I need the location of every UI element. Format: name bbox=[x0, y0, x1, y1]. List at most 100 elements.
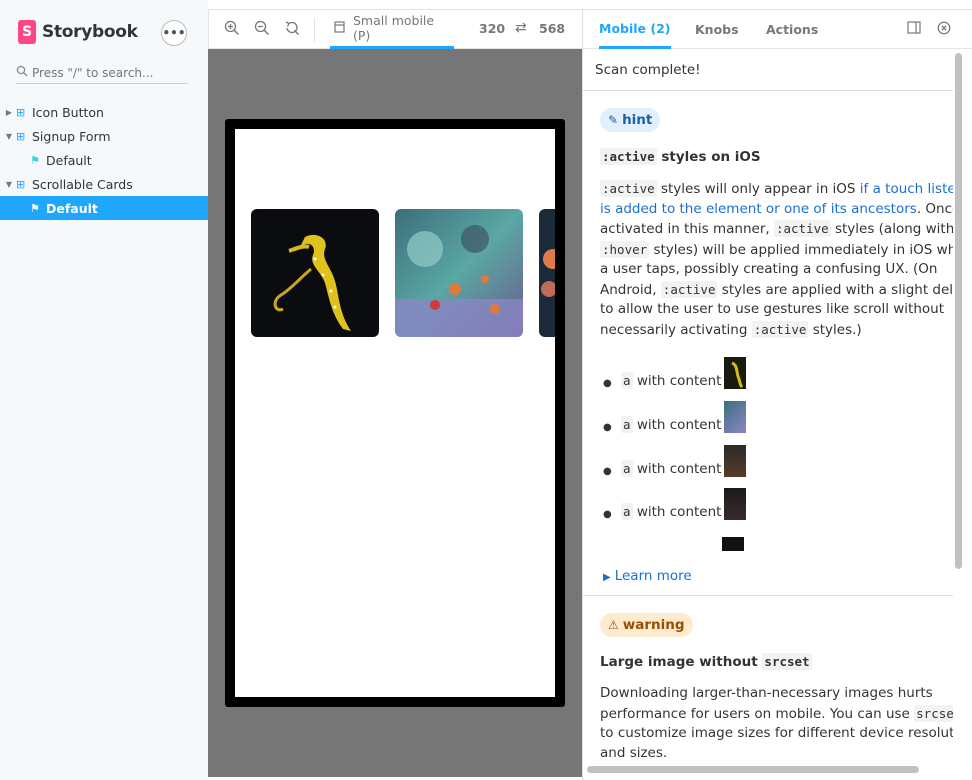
thumbnail-image bbox=[724, 401, 747, 433]
tab-actions[interactable]: Actions bbox=[766, 10, 818, 49]
hint-badge: ✎ hint bbox=[600, 108, 661, 132]
card-seahorse[interactable] bbox=[251, 209, 379, 337]
hint-text: activated in this manner, bbox=[600, 221, 770, 237]
touch-listener-link[interactable]: if a touch listen bbox=[860, 181, 953, 197]
list-item-text: with content bbox=[636, 461, 722, 477]
tree-item-icon-button[interactable]: ▶ ⊞ Icon Button bbox=[0, 100, 208, 124]
inline-code: :active bbox=[600, 180, 657, 197]
zoom-in-icon[interactable] bbox=[223, 20, 241, 38]
warning-title-code: srcset bbox=[762, 653, 812, 670]
list-item-text: with content bbox=[636, 373, 722, 389]
search-icon bbox=[16, 65, 32, 80]
inline-code: :hover bbox=[600, 240, 650, 258]
inline-code: a bbox=[621, 460, 633, 477]
tree-item-scrollable-cards[interactable]: ▼ ⊞ Scrollable Cards bbox=[0, 172, 208, 196]
warning-badge-label: warning bbox=[622, 617, 685, 633]
touch-listener-link-cont[interactable]: is added to the element or one of its an… bbox=[600, 201, 917, 217]
hint-title-code: :active bbox=[600, 148, 657, 165]
storybook-logo[interactable]: S Storybook bbox=[18, 20, 138, 44]
card-clownfish[interactable] bbox=[539, 209, 555, 337]
hint-text: styles (along with bbox=[834, 221, 953, 237]
storybook-logo-mark: S bbox=[18, 20, 36, 44]
thumbnail-image bbox=[724, 357, 747, 389]
hint-description: :active styles will only appear in iOS i… bbox=[600, 179, 953, 340]
hint-text: to allow the user to use gestures like s… bbox=[600, 301, 945, 317]
tree-item-scrollable-cards-default[interactable]: ⚑ Default bbox=[0, 196, 208, 220]
tab-knobs[interactable]: Knobs bbox=[695, 10, 739, 49]
hint-badge-label: hint bbox=[622, 112, 653, 128]
storybook-logo-text: Storybook bbox=[42, 22, 138, 42]
close-panel-icon[interactable] bbox=[936, 21, 952, 37]
sidebar: S Storybook ••• ▶ ⊞ Icon Button ▼ ⊞ Sign… bbox=[0, 0, 208, 780]
inline-code: :active bbox=[773, 220, 831, 237]
warning-badge: ⚠ warning bbox=[600, 613, 693, 637]
scan-status: Scan complete! bbox=[583, 49, 953, 91]
tree-item-label: Default bbox=[46, 200, 98, 216]
tab-mobile[interactable]: Mobile (2) bbox=[599, 10, 671, 49]
bullet: ● bbox=[603, 509, 612, 520]
hint-text: styles) will be applied immediately in i… bbox=[653, 241, 953, 258]
tree-item-label: Scrollable Cards bbox=[32, 176, 133, 192]
hint-text: styles will only appear in iOS bbox=[660, 181, 856, 197]
search-input[interactable] bbox=[32, 65, 182, 80]
device-icon bbox=[334, 20, 345, 36]
viewport-width[interactable]: 320 bbox=[479, 21, 505, 36]
search-box bbox=[16, 62, 188, 84]
chevron-down-icon: ▼ bbox=[5, 131, 13, 141]
list-item-text: with content bbox=[636, 417, 722, 433]
component-icon: ⊞ bbox=[16, 177, 26, 191]
tree-item-signup-form-default[interactable]: ⚑ Default bbox=[0, 148, 208, 172]
component-icon: ⊞ bbox=[16, 129, 26, 143]
warning-text: performance for users on mobile. You can… bbox=[600, 705, 910, 722]
tree-item-label: Signup Form bbox=[32, 128, 111, 144]
addon-panel: Mobile (2) Knobs Actions Scan complete! … bbox=[582, 9, 972, 780]
inline-code: a bbox=[621, 503, 633, 520]
section-divider bbox=[583, 595, 953, 596]
scrollable-cards[interactable] bbox=[251, 209, 555, 337]
learn-more-label: Learn more bbox=[614, 568, 692, 584]
chevron-right-icon: ▶ bbox=[5, 107, 13, 117]
hint-text: necessarily activating bbox=[600, 321, 748, 338]
horizontal-scrollbar[interactable] bbox=[587, 766, 919, 773]
chevron-down-icon: ▼ bbox=[5, 179, 13, 189]
card-reef[interactable] bbox=[395, 209, 523, 337]
thumbnail-image bbox=[724, 488, 747, 520]
list-item[interactable]: ● a with content bbox=[603, 355, 803, 389]
device-frame bbox=[225, 119, 565, 707]
sidebar-menu-button[interactable]: ••• bbox=[161, 20, 187, 46]
zoom-out-icon[interactable] bbox=[253, 20, 271, 38]
hint-text: a user taps, possibly creating a confusi… bbox=[600, 261, 938, 277]
inline-code: a bbox=[621, 372, 633, 389]
tree-item-label: Icon Button bbox=[32, 104, 104, 120]
addon-tabs: Mobile (2) Knobs Actions bbox=[583, 9, 972, 49]
warning-icon: ⚠ bbox=[608, 618, 619, 632]
hint-text: Android, bbox=[600, 281, 657, 298]
list-item[interactable]: ● a with content bbox=[603, 443, 803, 477]
list-item[interactable]: ● a with content bbox=[603, 399, 803, 433]
preview-toolbar: Small mobile (P) 320 ⇄ 568 bbox=[208, 9, 582, 49]
warning-description: Downloading larger-than-necessary images… bbox=[600, 684, 953, 763]
viewport-label: Small mobile (P) bbox=[353, 13, 435, 43]
bookmark-icon: ⚑ bbox=[30, 201, 40, 215]
list-item[interactable]: ● a with content bbox=[603, 486, 803, 520]
bookmark-icon: ⚑ bbox=[30, 153, 40, 167]
story-tree: ▶ ⊞ Icon Button ▼ ⊞ Signup Form ⚑ Defaul… bbox=[0, 100, 208, 220]
viewport-selector[interactable]: Small mobile (P) bbox=[330, 10, 454, 49]
learn-more-toggle[interactable]: ▶ Learn more bbox=[603, 568, 692, 584]
rotate-viewport-icon[interactable]: ⇄ bbox=[515, 20, 527, 36]
bullet: ● bbox=[603, 466, 612, 477]
warning-text: to customize image sizes for different d… bbox=[600, 725, 953, 741]
viewport-height[interactable]: 568 bbox=[539, 21, 565, 36]
hint-title-text: styles on iOS bbox=[661, 149, 761, 165]
inline-code: :active bbox=[751, 320, 809, 338]
panel-orientation-icon[interactable] bbox=[906, 21, 922, 37]
hint-text: styles.) bbox=[812, 321, 862, 338]
tree-item-signup-form[interactable]: ▼ ⊞ Signup Form bbox=[0, 124, 208, 148]
zoom-reset-icon[interactable] bbox=[283, 20, 301, 38]
inline-code: a bbox=[621, 416, 633, 433]
vertical-scrollbar[interactable] bbox=[955, 53, 962, 569]
hint-text: . Once bbox=[916, 200, 953, 217]
preview-canvas bbox=[208, 49, 582, 777]
hint-title: :active styles on iOS bbox=[600, 148, 761, 165]
list-item-text: with content bbox=[636, 504, 722, 520]
